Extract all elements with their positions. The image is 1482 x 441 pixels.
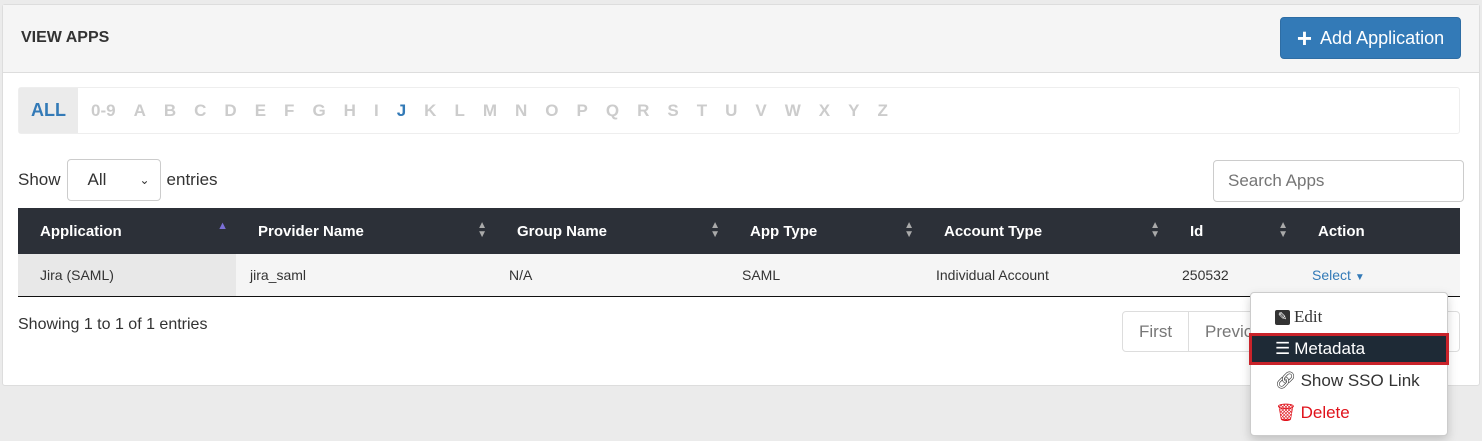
column-app-type[interactable]: App Type ▲ ▼: [728, 208, 922, 254]
length-control: Show All ⌄ entries: [18, 159, 218, 201]
alphabet-filter-f[interactable]: F: [275, 101, 303, 121]
panel-header: VIEW APPS + Add Application: [3, 5, 1479, 73]
alphabet-filter: ALL 0-9 A B C D E F G H I J K L M N O P Q R S T U V W X Y Z: [18, 87, 1460, 134]
alphabet-filter-i[interactable]: I: [365, 101, 388, 121]
cell-provider: jira_saml: [236, 254, 495, 297]
alphabet-filter-b[interactable]: B: [155, 101, 185, 121]
alphabet-filter-t[interactable]: T: [688, 101, 716, 121]
menu-label: Edit: [1294, 307, 1323, 326]
add-application-label: Add Application: [1320, 27, 1445, 48]
alphabet-filter-x[interactable]: X: [810, 101, 839, 121]
column-label: Application: [40, 222, 122, 240]
alphabet-filter-o[interactable]: O: [536, 101, 567, 121]
caret-down-icon: ▼: [1354, 271, 1365, 283]
alphabet-filter-p[interactable]: P: [568, 101, 597, 121]
menu-item-show-sso-link[interactable]: 🔗︎ Show SSO Link: [1251, 365, 1447, 397]
column-label: Id: [1190, 222, 1204, 240]
entries-select[interactable]: All ⌄: [66, 159, 161, 201]
chevron-down-icon: ⌄: [139, 173, 150, 187]
menu-item-delete[interactable]: 🗑︎ Delete: [1251, 397, 1447, 429]
alphabet-filter-h[interactable]: H: [335, 101, 365, 121]
menu-label: Delete: [1300, 403, 1350, 422]
cell-id: 250532: [1168, 254, 1296, 297]
column-label: Group Name: [517, 222, 608, 240]
sort-icon: ▲ ▼: [477, 220, 487, 240]
sort-asc-icon: ▲: [217, 220, 228, 232]
alphabet-filter-v[interactable]: V: [746, 101, 775, 121]
menu-item-metadata[interactable]: ☰ Metadata: [1249, 333, 1449, 365]
column-label: Account Type: [944, 222, 1043, 240]
alphabet-filter-c[interactable]: C: [185, 101, 215, 121]
alphabet-filter-g[interactable]: G: [303, 101, 334, 121]
trash-icon: 🗑︎: [1275, 403, 1297, 422]
cell-application: Jira (SAML): [18, 254, 236, 297]
page-title: VIEW APPS: [21, 29, 110, 46]
column-id[interactable]: Id ▲ ▼: [1168, 208, 1296, 254]
alphabet-filter-m[interactable]: M: [474, 101, 506, 121]
sort-icon: ▲ ▼: [904, 220, 914, 240]
alphabet-filter-0-9[interactable]: 0-9: [82, 101, 125, 121]
menu-item-edit[interactable]: ✎ Edit: [1251, 301, 1447, 333]
apps-table: Application ▲ Provider Name ▲ ▼ Group Name ▲…: [18, 208, 1460, 297]
table-info: Showing 1 to 1 of 1 entries: [18, 316, 208, 333]
add-application-button[interactable]: + Add Application: [1280, 17, 1461, 59]
alphabet-filter-l[interactable]: L: [445, 101, 473, 121]
column-group-name[interactable]: Group Name ▲ ▼: [495, 208, 728, 254]
page-first-button[interactable]: First: [1123, 312, 1190, 351]
alphabet-filter-e[interactable]: E: [246, 101, 275, 121]
plus-icon: +: [1296, 23, 1313, 53]
cell-account-type: Individual Account: [922, 254, 1168, 297]
column-label: Action: [1318, 222, 1365, 240]
sort-icon: ▲ ▼: [710, 220, 720, 240]
show-label: Show: [18, 170, 61, 189]
table-row: Jira (SAML) jira_saml N/A SAML Individua…: [18, 254, 1460, 297]
alphabet-filter-y[interactable]: Y: [839, 101, 868, 121]
alphabet-filter-s[interactable]: S: [658, 101, 687, 121]
alphabet-filter-q[interactable]: Q: [597, 101, 628, 121]
alphabet-filter-a[interactable]: A: [125, 101, 155, 121]
alphabet-filter-k[interactable]: K: [415, 101, 445, 121]
edit-icon: ✎: [1275, 309, 1290, 325]
alphabet-filter-z[interactable]: Z: [868, 101, 896, 121]
column-application[interactable]: Application ▲: [18, 208, 236, 254]
column-action: Action: [1296, 208, 1460, 254]
sort-icon: ▲ ▼: [1150, 220, 1160, 240]
entries-value: All: [87, 170, 107, 189]
column-label: App Type: [750, 222, 818, 240]
search-input[interactable]: [1213, 160, 1464, 202]
column-label: Provider Name: [258, 222, 364, 240]
sort-icon: ▲ ▼: [1278, 220, 1288, 240]
alphabet-filter-all[interactable]: ALL: [19, 88, 78, 133]
select-label: Select: [1312, 266, 1351, 283]
select-dropdown-toggle[interactable]: Select ▼: [1312, 267, 1365, 283]
menu-label: Metadata: [1294, 339, 1366, 358]
alphabet-filter-w[interactable]: W: [776, 101, 810, 121]
alphabet-filter-u[interactable]: U: [716, 101, 746, 121]
alphabet-filter-d[interactable]: D: [215, 101, 245, 121]
link-icon: 🔗︎: [1275, 371, 1297, 390]
cell-group: N/A: [495, 254, 728, 297]
table-icon: ☰: [1275, 339, 1291, 358]
menu-label: Show SSO Link: [1300, 371, 1420, 390]
cell-app-type: SAML: [728, 254, 922, 297]
action-menu: ✎ Edit ☰ Metadata 🔗︎ Show SSO Link 🗑︎ Delete: [1249, 292, 1449, 436]
cell-action: Select ▼: [1296, 254, 1460, 297]
column-account-type[interactable]: Account Type ▲ ▼: [922, 208, 1168, 254]
alphabet-filter-n[interactable]: N: [506, 101, 536, 121]
alphabet-filter-r[interactable]: R: [628, 101, 658, 121]
entries-label: entries: [166, 170, 218, 189]
column-provider-name[interactable]: Provider Name ▲ ▼: [236, 208, 495, 254]
alphabet-filter-j[interactable]: J: [388, 101, 415, 121]
